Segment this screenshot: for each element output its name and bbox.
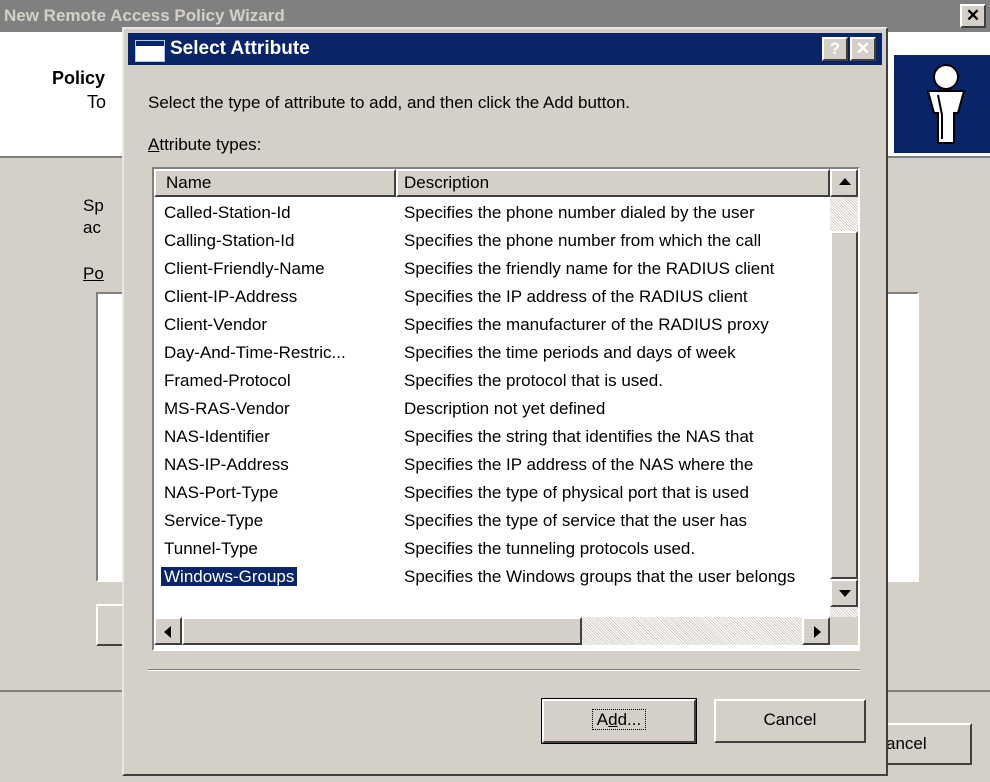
dialog-separator: [148, 669, 860, 671]
wizard-close-icon[interactable]: ✕: [960, 4, 986, 28]
attribute-name: Called-Station-Id: [164, 203, 291, 222]
attribute-types-label: Attribute types:: [148, 135, 262, 154]
attribute-description: Specifies the friendly name for the RADI…: [404, 259, 775, 278]
attribute-name: Framed-Protocol: [164, 371, 291, 390]
scrollbar-corner: [830, 617, 858, 645]
list-item[interactable]: NAS-IP-Address Specifies the IP address o…: [154, 451, 830, 479]
list-item[interactable]: Client-Vendor Specifies the manufacturer …: [154, 311, 830, 339]
attribute-name: Client-Friendly-Name: [164, 259, 325, 278]
list-item[interactable]: Service-Type Specifies the type of servic…: [154, 507, 830, 535]
attribute-name: Day-And-Time-Restric...: [164, 343, 346, 362]
scroll-up-button[interactable]: [830, 169, 858, 197]
list-item[interactable]: Called-Station-Id Specifies the phone num…: [154, 199, 830, 227]
attribute-description: Specifies the phone number from which th…: [404, 231, 762, 250]
scroll-right-button[interactable]: [802, 617, 830, 645]
vertical-scroll-thumb[interactable]: [830, 231, 858, 579]
column-header-name[interactable]: Name: [154, 169, 396, 197]
attribute-list[interactable]: Name Description Called-Station-Id Specif…: [152, 167, 860, 651]
attribute-description: Specifies the string that identifies the…: [404, 427, 754, 446]
wizard-header-subtitle: To: [87, 92, 107, 112]
add-button[interactable]: Add...: [541, 698, 697, 744]
attribute-description: Specifies the manufacturer of the RADIUS…: [404, 315, 769, 334]
attribute-description: Specifies the type of service that the u…: [404, 511, 748, 530]
attribute-description: Specifies the time periods and days of w…: [404, 343, 736, 362]
cancel-button-label: Cancel: [763, 710, 817, 729]
attribute-name: NAS-IP-Address: [164, 455, 289, 474]
list-item[interactable]: Client-IP-Address Specifies the IP addres…: [154, 283, 830, 311]
wizard-header-title: Policy: [52, 68, 106, 88]
cancel-button[interactable]: Cancel: [714, 699, 866, 743]
dialog-title-bar: Select Attribute ? ✕: [128, 33, 882, 65]
dialog-title: Select Attribute: [170, 38, 310, 59]
list-item[interactable]: Calling-Station-Id Specifies the phone nu…: [154, 227, 830, 255]
attribute-description: Specifies the protocol that is used.: [404, 371, 663, 390]
attribute-description: Specifies the phone number dialed by the…: [404, 203, 755, 222]
attribute-name: MS-RAS-Vendor: [164, 399, 290, 418]
attribute-description: Specifies the IP address of the RADIUS c…: [404, 287, 748, 306]
add-button-label: Add...: [591, 709, 647, 730]
wizard-list-label: Po: [83, 264, 104, 283]
instruction-text: Select the type of attribute to add, and…: [148, 93, 630, 112]
list-item[interactable]: Windows-Groups Specifies the Windows grou…: [154, 563, 830, 591]
close-icon[interactable]: ✕: [850, 37, 876, 61]
attribute-description: Specifies the type of physical port that…: [404, 483, 749, 502]
attribute-rows: Called-Station-Id Specifies the phone num…: [154, 197, 830, 605]
selected-attribute-name: Windows-Groups: [159, 566, 299, 587]
wizard-body-text-2: ac: [83, 218, 101, 237]
attribute-name: Windows-Groups: [159, 563, 299, 591]
vertical-scrollbar[interactable]: [830, 169, 858, 617]
wizard-cancel-button[interactable]: ancel: [880, 723, 972, 765]
attribute-name: Calling-Station-Id: [164, 231, 295, 250]
wizard-person-icon: [926, 64, 966, 144]
window-icon: [135, 40, 165, 62]
column-header-description[interactable]: Description: [396, 169, 830, 197]
select-attribute-dialog: Select Attribute ? ✕ Select the type of …: [122, 27, 888, 776]
scroll-down-button[interactable]: [830, 579, 858, 607]
list-item[interactable]: NAS-Identifier Specifies the string that …: [154, 423, 830, 451]
attribute-description: Specifies the Windows groups that the us…: [404, 567, 796, 586]
list-item[interactable]: MS-RAS-Vendor Description not yet defined: [154, 395, 830, 423]
scroll-left-button[interactable]: [154, 617, 182, 645]
horizontal-scrollbar[interactable]: [154, 617, 830, 645]
attribute-description: Description not yet defined: [404, 399, 606, 418]
horizontal-scroll-thumb[interactable]: [182, 617, 582, 645]
list-item[interactable]: NAS-Port-Type Specifies the type of physi…: [154, 479, 830, 507]
attribute-name: Client-Vendor: [164, 315, 268, 334]
attribute-description: Specifies the tunneling protocols used.: [404, 539, 696, 558]
list-item[interactable]: Client-Friendly-Name Specifies the friend…: [154, 255, 830, 283]
attribute-name: Service-Type: [164, 511, 264, 530]
help-icon[interactable]: ?: [822, 37, 848, 61]
attribute-description: Specifies the IP address of the NAS wher…: [404, 455, 754, 474]
attribute-name: Client-IP-Address: [164, 287, 298, 306]
attribute-name: NAS-Port-Type: [164, 483, 279, 502]
list-item[interactable]: Framed-Protocol Specifies the protocol th…: [154, 367, 830, 395]
attribute-name: NAS-Identifier: [164, 427, 270, 446]
attribute-name: Tunnel-Type: [164, 539, 258, 558]
wizard-title: New Remote Access Policy Wizard: [4, 6, 285, 25]
wizard-cancel-label: ancel: [886, 734, 927, 753]
list-item[interactable]: Tunnel-Type Specifies the tunneling proto…: [154, 535, 830, 563]
wizard-logo: [894, 55, 990, 153]
wizard-body-text-1: Sp: [83, 196, 104, 215]
list-item[interactable]: Day-And-Time-Restric... Specifies the tim…: [154, 339, 830, 367]
